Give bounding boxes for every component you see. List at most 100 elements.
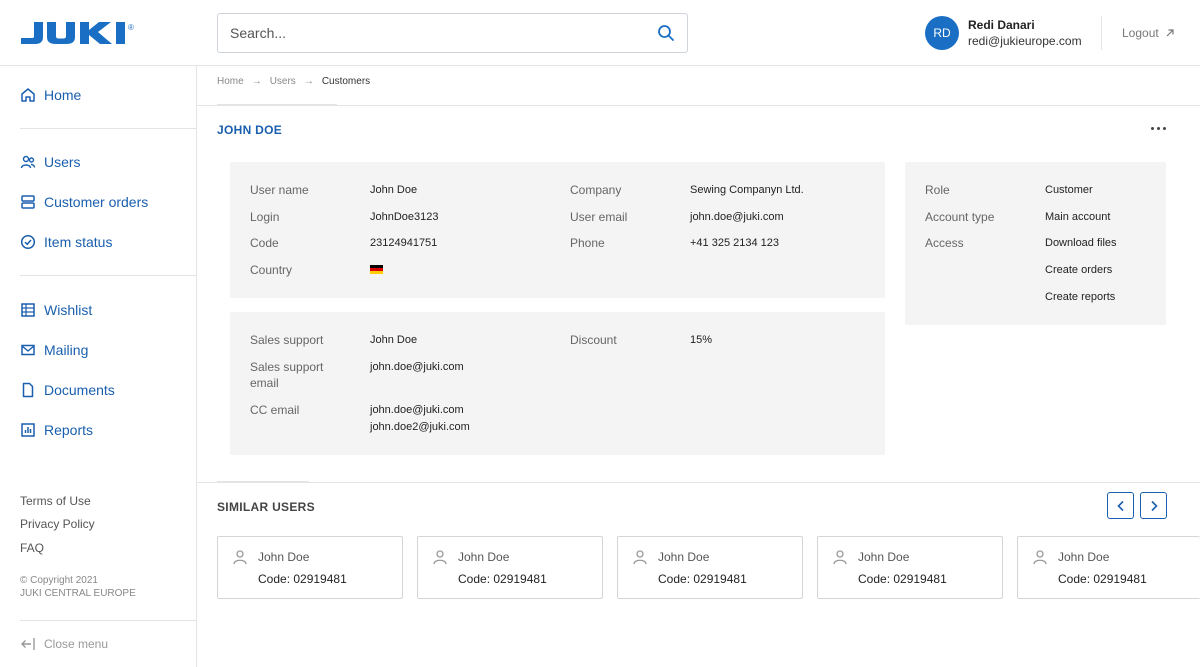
sidebar-item-label: Documents [44, 382, 115, 398]
similar-user-card[interactable]: John Doe Code: 02919481 [817, 536, 1003, 599]
sidebar-divider [20, 620, 196, 621]
sales-info-panel: Sales support John Doe Sales support ema… [230, 312, 885, 455]
copyright: © Copyright 2021 JUKI CENTRAL EUROPE [20, 574, 136, 600]
field-label: Sales support email [250, 360, 324, 390]
more-dot-icon [1162, 126, 1166, 130]
card-user-code: Code: 02919481 [1058, 572, 1147, 586]
user-icon [633, 550, 647, 565]
card-user-name: John Doe [658, 550, 710, 564]
field-label: Role [925, 183, 950, 197]
logout-button[interactable]: Logout [1122, 26, 1175, 40]
more-dot-icon [1156, 126, 1160, 130]
card-user-name: John Doe [858, 550, 910, 564]
field-label: Discount [570, 333, 617, 347]
user-email: redi@jukieurope.com [968, 34, 1082, 48]
card-user-code: Code: 02919481 [858, 572, 947, 586]
users-icon [20, 155, 36, 169]
breadcrumb-home[interactable]: Home [217, 76, 244, 87]
copyright-line: © Copyright 2021 [20, 575, 98, 586]
sidebar-divider [20, 275, 196, 276]
sidebar-item-label: Wishlist [44, 302, 93, 318]
field-value: John Doe [370, 334, 418, 346]
prev-button[interactable] [1107, 492, 1134, 519]
check-circle-icon [20, 234, 36, 250]
tab-indicator [217, 104, 337, 106]
similar-users-title: SIMILAR USERS [217, 500, 315, 514]
arrow-up-right-icon [1166, 29, 1174, 37]
field-label: Code [250, 236, 279, 250]
privacy-link[interactable]: Privacy Policy [20, 517, 95, 531]
sidebar-item-item-status[interactable]: Item status [20, 234, 112, 250]
chart-icon [21, 423, 35, 437]
sidebar-item-customer-orders[interactable]: Customer orders [20, 194, 148, 210]
sidebar-item-reports[interactable]: Reports [20, 422, 93, 438]
breadcrumb-users[interactable]: Users [270, 76, 296, 87]
avatar[interactable]: RD [925, 16, 959, 50]
close-menu-button[interactable]: Close menu [20, 636, 108, 652]
sidebar-item-documents[interactable]: Documents [20, 382, 115, 398]
chevron-right-icon [1150, 500, 1158, 511]
field-value: John Doe [370, 184, 418, 196]
home-icon [21, 88, 35, 102]
sidebar-item-wishlist[interactable]: Wishlist [20, 302, 92, 318]
user-icon [233, 550, 247, 565]
copyright-company: JUKI CENTRAL EUROPE [20, 588, 136, 599]
close-menu-label: Close menu [44, 637, 109, 651]
more-options-button[interactable] [1148, 120, 1168, 136]
similar-user-card[interactable]: John Doe Code: 02919481 [417, 536, 603, 599]
faq-link[interactable]: FAQ [20, 541, 44, 555]
field-value: Sewing Companyn Ltd. [690, 184, 804, 196]
field-value: JohnDoe3123 [370, 211, 439, 223]
similar-user-card[interactable]: John Doe Code: 02919481 [217, 536, 403, 599]
section-divider [197, 105, 1200, 106]
card-user-code: Code: 02919481 [658, 572, 747, 586]
field-value: Customer [1045, 184, 1093, 196]
user-name: Redi Danari [968, 18, 1035, 32]
svg-text:®: ® [128, 23, 134, 32]
field-label: Account type [925, 210, 995, 224]
sidebar-item-mailing[interactable]: Mailing [20, 342, 88, 358]
card-user-name: John Doe [458, 550, 510, 564]
field-label: Access [925, 236, 964, 250]
similar-user-card[interactable]: John Doe Code: 02919481 [1017, 536, 1200, 599]
field-value: Main account [1045, 211, 1111, 223]
user-icon [433, 550, 447, 565]
field-value: Download files [1045, 237, 1117, 249]
field-label: Phone [570, 236, 605, 250]
search-box[interactable] [217, 13, 688, 53]
search-input[interactable] [230, 14, 650, 52]
field-value: john.doe@juki.com [370, 361, 464, 373]
header-divider [1101, 16, 1102, 50]
field-value: john.doe2@juki.com [370, 421, 470, 433]
page-title: JOHN DOE [217, 123, 283, 137]
search-icon[interactable] [657, 24, 675, 42]
field-label: Company [570, 183, 622, 197]
breadcrumb-arrow-icon: → [303, 76, 314, 87]
sidebar-item-label: Reports [44, 422, 94, 438]
header: ® RD Redi Danari redi@jukieurope.com Log… [0, 0, 1200, 66]
terms-link[interactable]: Terms of Use [20, 494, 91, 508]
juki-logo[interactable]: ® [20, 20, 160, 46]
germany-flag-icon [370, 265, 383, 274]
field-value: +41 325 2134 123 [690, 237, 780, 249]
field-label: User email [570, 210, 628, 224]
card-user-name: John Doe [258, 550, 310, 564]
card-user-name: John Doe [1058, 550, 1110, 564]
field-value: 15% [690, 334, 713, 346]
field-label: Login [250, 210, 280, 224]
breadcrumb: Home → Users → Customers [217, 76, 370, 87]
similar-user-card[interactable]: John Doe Code: 02919481 [617, 536, 803, 599]
breadcrumb-current: Customers [321, 76, 371, 87]
orders-icon [21, 195, 35, 209]
field-value: Create orders [1045, 264, 1113, 276]
sidebar-item-users[interactable]: Users [20, 154, 81, 170]
field-value: john.doe@juki.com [690, 211, 784, 223]
breadcrumb-arrow-icon: → [251, 76, 262, 87]
general-info-panel: User name John Doe Login JohnDoe3123 Cod… [230, 162, 885, 298]
sidebar-item-home[interactable]: Home [20, 87, 81, 103]
sidebar-item-label: Item status [44, 234, 113, 250]
user-icon [1033, 550, 1047, 565]
section-divider [197, 482, 1200, 483]
access-panel: Role Customer Account type Main account … [905, 162, 1166, 325]
next-button[interactable] [1140, 492, 1167, 519]
